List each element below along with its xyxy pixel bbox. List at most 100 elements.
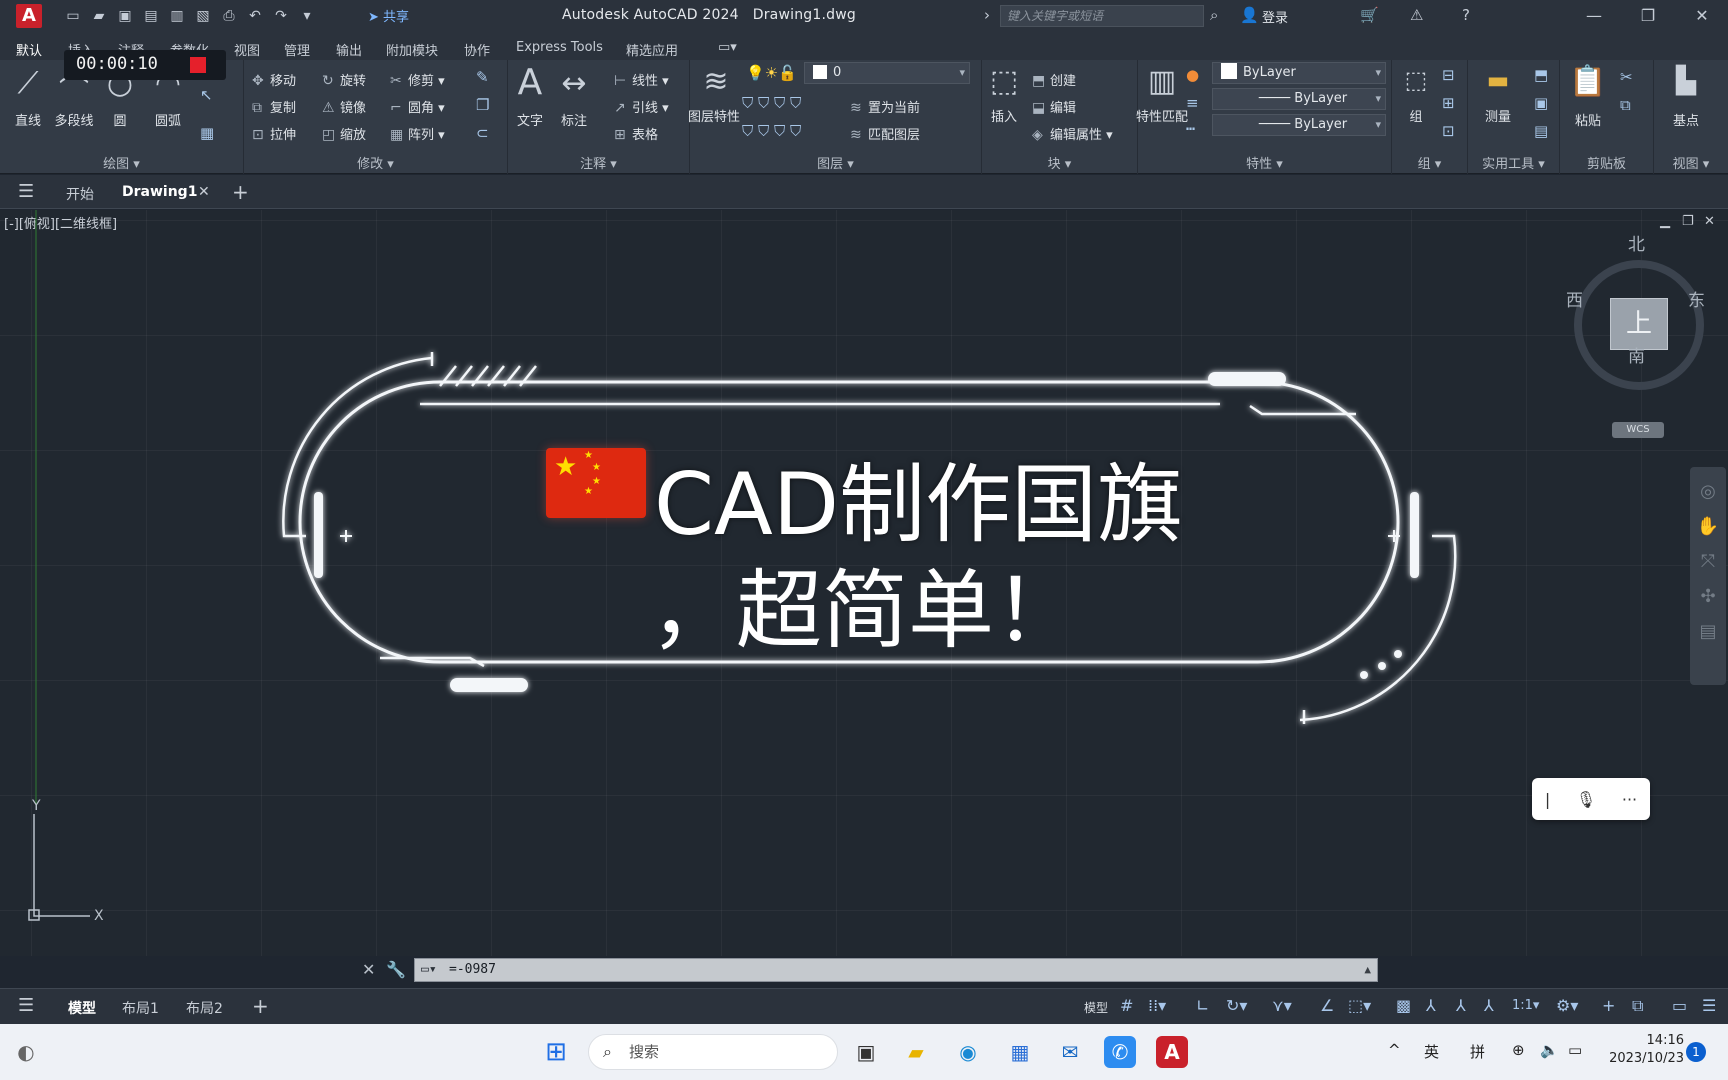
add-icon[interactable]: + <box>1602 996 1615 1015</box>
ime-mode[interactable]: 拼 <box>1470 1041 1485 1062</box>
command-close-icon[interactable]: ✕ <box>362 960 375 979</box>
tab-manage[interactable]: 管理 <box>284 40 310 59</box>
rotate-button[interactable]: ↻ 旋转 <box>322 70 366 89</box>
search-expand-icon[interactable]: › <box>984 6 990 24</box>
pan-icon[interactable]: ✋ <box>1690 516 1726 537</box>
microsoft-store-icon[interactable]: ▦ <box>1004 1036 1036 1068</box>
edge-browser-icon[interactable]: ◉ <box>952 1036 984 1068</box>
tray-overflow-icon[interactable]: ^ <box>1388 1041 1401 1059</box>
login-button[interactable]: 登录 <box>1262 7 1288 26</box>
layer-dropdown[interactable]: 0 <box>804 62 970 84</box>
steering-wheel-icon[interactable]: ◎ <box>1690 481 1726 502</box>
block-panel-title[interactable]: 块 ▾ <box>982 153 1137 172</box>
layer-properties-button[interactable]: 图层特性 <box>684 110 744 126</box>
selection-cycling-icon[interactable]: ⅄ <box>1426 996 1436 1015</box>
tab-drawing1[interactable]: Drawing1 <box>122 184 197 200</box>
tab-start[interactable]: 开始 <box>66 184 94 204</box>
group-select-icon[interactable]: ⊡ <box>1442 122 1455 140</box>
edit-attributes-button[interactable]: ◈ 编辑属性 ▾ <box>1032 124 1113 143</box>
volume-icon[interactable]: 🔈 <box>1540 1041 1559 1059</box>
group-icon[interactable]: ⬚ <box>1394 66 1438 94</box>
fillet-button[interactable]: ⌐ 圆角 ▾ <box>390 97 445 116</box>
leader-button[interactable]: ↗ 引线 ▾ <box>614 97 669 116</box>
ungroup-icon[interactable]: ⊟ <box>1442 66 1455 84</box>
layer-tools-row2-icon[interactable]: ⛉ ⛉ ⛉ ⛉ <box>742 122 801 140</box>
layer-tools-row1-icon[interactable]: ⛉ ⛉ ⛉ ⛉ <box>742 94 801 112</box>
annotation-panel-title[interactable]: 注释 ▾ <box>508 153 689 172</box>
compass-south[interactable]: 南 <box>1628 342 1645 367</box>
lineweight-icon[interactable]: ≡ <box>1186 94 1199 112</box>
mail-app-icon[interactable]: ✉ <box>1054 1036 1086 1068</box>
notification-badge[interactable]: 1 <box>1686 1042 1706 1062</box>
autocad-taskbar-icon[interactable]: A <box>1156 1036 1188 1068</box>
transparency-icon[interactable]: ▩ <box>1396 996 1411 1015</box>
fullscreen-icon[interactable]: ▭ <box>1672 996 1687 1015</box>
showmotion-icon[interactable]: ▤ <box>1690 621 1726 642</box>
messaging-app-icon[interactable]: ✆ <box>1104 1036 1136 1068</box>
clipboard-panel-title[interactable]: 剪贴板 <box>1560 153 1653 172</box>
base-button[interactable]: 基点 <box>1656 110 1716 129</box>
move-button[interactable]: ✥ 移动 <box>252 70 296 89</box>
autoscale-icon[interactable]: ⅄ <box>1484 996 1494 1015</box>
tab-home[interactable]: 默认 <box>16 40 42 59</box>
compass-north[interactable]: 北 <box>1628 230 1645 255</box>
stretch-button[interactable]: ⊡ 拉伸 <box>252 124 296 143</box>
linetype-icon[interactable]: ┅ <box>1186 120 1195 138</box>
layout-menu-icon[interactable]: ☰ <box>18 995 34 1016</box>
edit-block-button[interactable]: ⬓ 编辑 <box>1032 97 1076 116</box>
layer-properties-icon[interactable]: ≋ <box>694 64 738 99</box>
view-panel-title[interactable]: 视图 ▾ <box>1654 153 1728 172</box>
paste-icon[interactable]: 📋 <box>1566 64 1610 99</box>
color-wheel-icon[interactable]: ● <box>1186 66 1199 84</box>
linear-button[interactable]: ⊢ 线性 ▾ <box>614 70 669 89</box>
wcs-menu[interactable]: WCS <box>1612 422 1664 438</box>
help-search-input[interactable]: 键入关键字或短语 <box>1000 5 1204 27</box>
tab-output[interactable]: 输出 <box>336 40 362 59</box>
group-button[interactable]: 组 <box>1386 106 1446 125</box>
tab-featured-apps[interactable]: 精选应用 <box>626 40 678 59</box>
compass-west[interactable]: 西 <box>1566 286 1583 311</box>
tab-view[interactable]: 视图 <box>234 40 260 59</box>
microphone-icon[interactable]: 🎙 <box>1576 790 1596 809</box>
orbit-icon[interactable]: ✣ <box>1690 586 1726 607</box>
user-icon[interactable]: 👤 <box>1240 6 1259 24</box>
share-button[interactable]: ➤ 共享 <box>368 6 409 25</box>
offset-icon[interactable]: ⊂ <box>476 124 489 142</box>
scale-button[interactable]: ◰ 缩放 <box>322 124 366 143</box>
autodesk-app-icon[interactable]: ⚠ <box>1410 6 1423 24</box>
match-properties-button[interactable]: 特性匹配 <box>1132 110 1192 126</box>
copy-clip-icon[interactable]: ⧉ <box>1620 96 1631 114</box>
isodraft-icon[interactable]: ⋎▾ <box>1272 996 1292 1015</box>
match-properties-icon[interactable]: ▥ <box>1140 64 1184 99</box>
snap-icon[interactable]: ⁞⁞▾ <box>1148 996 1166 1015</box>
cart-icon[interactable]: 🛒 <box>1360 6 1379 24</box>
lineweight-dropdown[interactable]: ──── ByLayer <box>1212 114 1386 136</box>
file-explorer-icon[interactable]: ▰ <box>900 1036 932 1068</box>
properties-panel-title[interactable]: 特性 ▾ <box>1138 153 1391 172</box>
measure-icon[interactable]: ▬ <box>1476 66 1520 94</box>
task-view-icon[interactable]: ▣ <box>850 1036 882 1068</box>
dimension-icon[interactable]: ↔ <box>552 66 596 101</box>
tab-collaborate[interactable]: 协作 <box>464 40 490 59</box>
customize-quick-access-icon[interactable]: ▾ <box>296 6 318 26</box>
explode-icon[interactable]: ❐ <box>476 96 489 114</box>
cut-icon[interactable]: ✂ <box>1620 68 1633 86</box>
plot-icon[interactable]: ▥ <box>166 6 188 26</box>
erase-icon[interactable]: ✎ <box>476 68 489 86</box>
hatch-icon[interactable]: ▦ <box>200 124 214 142</box>
taskbar-search-input[interactable]: ⌕ 搜索 <box>588 1034 838 1070</box>
create-block-button[interactable]: ⬒ 创建 <box>1032 70 1076 89</box>
layer-on-icon[interactable]: 💡☀🔓 <box>746 64 797 82</box>
compass-east[interactable]: 东 <box>1688 286 1705 311</box>
modify-panel-title[interactable]: 修改 ▾ <box>244 153 507 172</box>
network-icon[interactable]: ⊕ <box>1512 1041 1525 1059</box>
undo-icon[interactable]: ↶ <box>244 6 266 26</box>
object-snap-tracking-icon[interactable]: ∠ <box>1320 996 1334 1015</box>
arc-button[interactable]: 圆弧 <box>138 110 198 129</box>
match-layer-button[interactable]: ≋ 匹配图层 <box>850 124 920 143</box>
quick-select-icon[interactable]: ⬒ <box>1534 66 1548 84</box>
save-as-icon[interactable]: ▤ <box>140 6 162 26</box>
insert-button[interactable]: 插入 <box>974 106 1034 125</box>
minimize-button[interactable]: — <box>1574 4 1614 28</box>
record-stop-icon[interactable] <box>190 57 206 73</box>
